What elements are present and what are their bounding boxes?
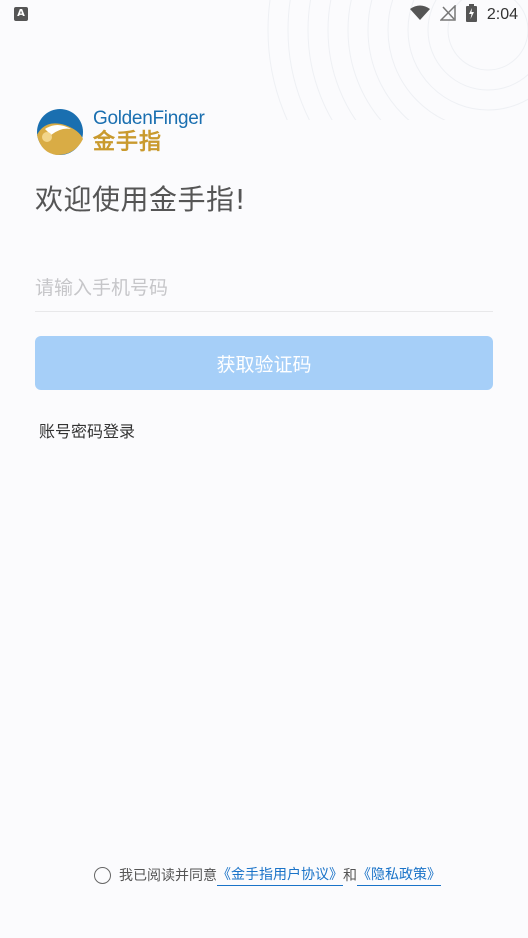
logo-english-text: GoldenFinger bbox=[93, 108, 205, 129]
battery-charging-icon bbox=[465, 4, 477, 26]
logo-chinese-text: 金手指 bbox=[93, 130, 163, 155]
status-icons: 2:04 bbox=[409, 4, 518, 26]
no-signal-icon bbox=[439, 4, 456, 25]
agreement-prefix: 我已阅读并同意 bbox=[119, 868, 217, 884]
app-logo: GoldenFinger 金手指 bbox=[35, 107, 205, 157]
golden-finger-logo-icon bbox=[37, 109, 83, 155]
status-bar: A 2:04 bbox=[0, 0, 528, 30]
agreement-joiner: 和 bbox=[343, 868, 357, 884]
privacy-policy-link[interactable]: 《隐私政策》 bbox=[357, 864, 441, 886]
agreement-checkbox[interactable] bbox=[94, 866, 111, 884]
user-agreement-link[interactable]: 《金手指用户协议》 bbox=[217, 864, 343, 886]
password-login-link[interactable]: 账号密码登录 bbox=[39, 418, 135, 442]
phone-field bbox=[35, 268, 493, 312]
wifi-icon bbox=[409, 5, 430, 25]
notification-icon: A bbox=[14, 7, 28, 21]
welcome-title: 欢迎使用金手指! bbox=[35, 183, 247, 216]
phone-input[interactable] bbox=[35, 268, 493, 308]
agreement-row: 我已阅读并同意 《金手指用户协议》 和 《隐私政策》 bbox=[94, 864, 441, 886]
get-verification-code-button[interactable]: 获取验证码 bbox=[35, 336, 493, 390]
clock: 2:04 bbox=[486, 6, 518, 23]
